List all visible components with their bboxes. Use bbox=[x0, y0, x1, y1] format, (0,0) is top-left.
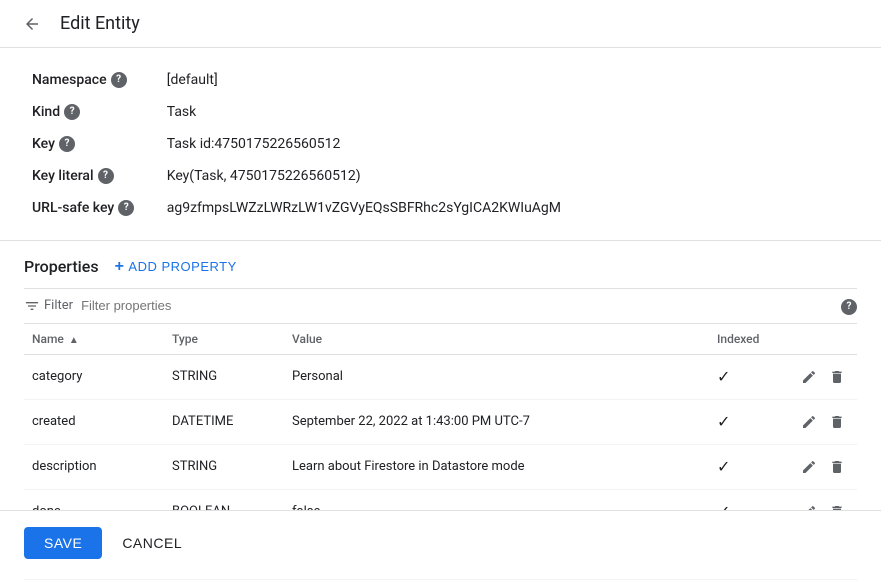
prop-indexed: ✓ bbox=[709, 354, 789, 399]
delete-property-button[interactable] bbox=[825, 365, 849, 389]
key-label: Key bbox=[32, 132, 55, 156]
col-header-name: Name ▲ bbox=[24, 324, 164, 355]
filter-help-area: ? bbox=[841, 297, 857, 315]
col-header-value: Value bbox=[284, 324, 709, 355]
filter-icon bbox=[24, 298, 40, 314]
info-row-namespace: Namespace ? [default] bbox=[24, 64, 584, 96]
cancel-button[interactable]: CANCEL bbox=[118, 527, 186, 559]
prop-value: September 22, 2022 at 1:43:00 PM UTC-7 bbox=[284, 399, 709, 444]
prop-name: created bbox=[24, 399, 164, 444]
prop-actions bbox=[789, 444, 857, 489]
table-row: description STRING Learn about Firestore… bbox=[24, 444, 857, 489]
prop-actions bbox=[789, 399, 857, 444]
kind-help-icon[interactable]: ? bbox=[64, 104, 80, 120]
footer: SAVE CANCEL bbox=[0, 510, 881, 575]
url-safe-key-help-icon[interactable]: ? bbox=[118, 200, 134, 216]
namespace-label: Namespace bbox=[32, 68, 107, 92]
prop-name: description bbox=[24, 444, 164, 489]
indexed-checkmark: ✓ bbox=[717, 457, 730, 476]
edit-property-button[interactable] bbox=[797, 365, 821, 389]
add-property-label: ADD PROPERTY bbox=[128, 259, 236, 274]
filter-help-icon[interactable]: ? bbox=[841, 299, 857, 315]
key-literal-help-icon[interactable]: ? bbox=[98, 168, 114, 184]
name-sort-icon[interactable]: ▲ bbox=[69, 335, 79, 346]
prop-indexed: ✓ bbox=[709, 399, 789, 444]
namespace-value: [default] bbox=[159, 64, 584, 96]
edit-property-button[interactable] bbox=[797, 410, 821, 434]
properties-header: Properties + ADD PROPERTY bbox=[24, 257, 857, 276]
col-header-type: Type bbox=[164, 324, 284, 355]
prop-name: category bbox=[24, 354, 164, 399]
key-help-icon[interactable]: ? bbox=[59, 136, 75, 152]
namespace-help-icon[interactable]: ? bbox=[111, 72, 127, 88]
col-header-actions bbox=[789, 324, 857, 355]
header: Edit Entity bbox=[0, 0, 881, 48]
kind-value: Task bbox=[159, 96, 584, 128]
entity-info-table: Namespace ? [default] Kind ? Task bbox=[24, 64, 584, 224]
key-literal-value: Key(Task, 4750175226560512) bbox=[159, 160, 584, 192]
table-row: created DATETIME September 22, 2022 at 1… bbox=[24, 399, 857, 444]
page-title: Edit Entity bbox=[60, 13, 140, 34]
table-row: category STRING Personal ✓ bbox=[24, 354, 857, 399]
table-header-row: Name ▲ Type Value Indexed bbox=[24, 324, 857, 355]
kind-label: Kind bbox=[32, 100, 60, 124]
prop-value: Learn about Firestore in Datastore mode bbox=[284, 444, 709, 489]
prop-actions bbox=[789, 354, 857, 399]
key-literal-label: Key literal bbox=[32, 164, 94, 188]
prop-indexed: ✓ bbox=[709, 444, 789, 489]
delete-property-button[interactable] bbox=[825, 410, 849, 434]
back-button[interactable] bbox=[16, 8, 48, 40]
filter-bar: Filter ? bbox=[24, 288, 857, 324]
prop-type: STRING bbox=[164, 354, 284, 399]
url-safe-key-label: URL-safe key bbox=[32, 196, 114, 220]
edit-property-button[interactable] bbox=[797, 455, 821, 479]
delete-property-button[interactable] bbox=[825, 455, 849, 479]
prop-type: DATETIME bbox=[164, 399, 284, 444]
filter-input[interactable] bbox=[81, 298, 833, 313]
indexed-checkmark: ✓ bbox=[717, 367, 730, 386]
entity-info-section: Namespace ? [default] Kind ? Task bbox=[0, 48, 881, 241]
save-button[interactable]: SAVE bbox=[24, 527, 102, 559]
info-row-url-safe-key: URL-safe key ? ag9zfmpsLWZzLWRzLW1vZGVyE… bbox=[24, 192, 584, 224]
url-safe-key-value: ag9zfmpsLWZzLWRzLW1vZGVyEQsSBFRhc2sYgICA… bbox=[159, 192, 584, 224]
info-row-key-literal: Key literal ? Key(Task, 4750175226560512… bbox=[24, 160, 584, 192]
properties-title: Properties bbox=[24, 257, 99, 276]
indexed-checkmark: ✓ bbox=[717, 412, 730, 431]
key-value: Task id:4750175226560512 bbox=[159, 128, 584, 160]
info-row-key: Key ? Task id:4750175226560512 bbox=[24, 128, 584, 160]
filter-icon-wrap: Filter bbox=[24, 298, 73, 314]
add-icon: + bbox=[115, 258, 125, 276]
filter-label: Filter bbox=[44, 298, 73, 313]
prop-type: STRING bbox=[164, 444, 284, 489]
col-header-indexed: Indexed bbox=[709, 324, 789, 355]
add-property-button[interactable]: + ADD PROPERTY bbox=[115, 258, 237, 276]
prop-value: Personal bbox=[284, 354, 709, 399]
info-row-kind: Kind ? Task bbox=[24, 96, 584, 128]
